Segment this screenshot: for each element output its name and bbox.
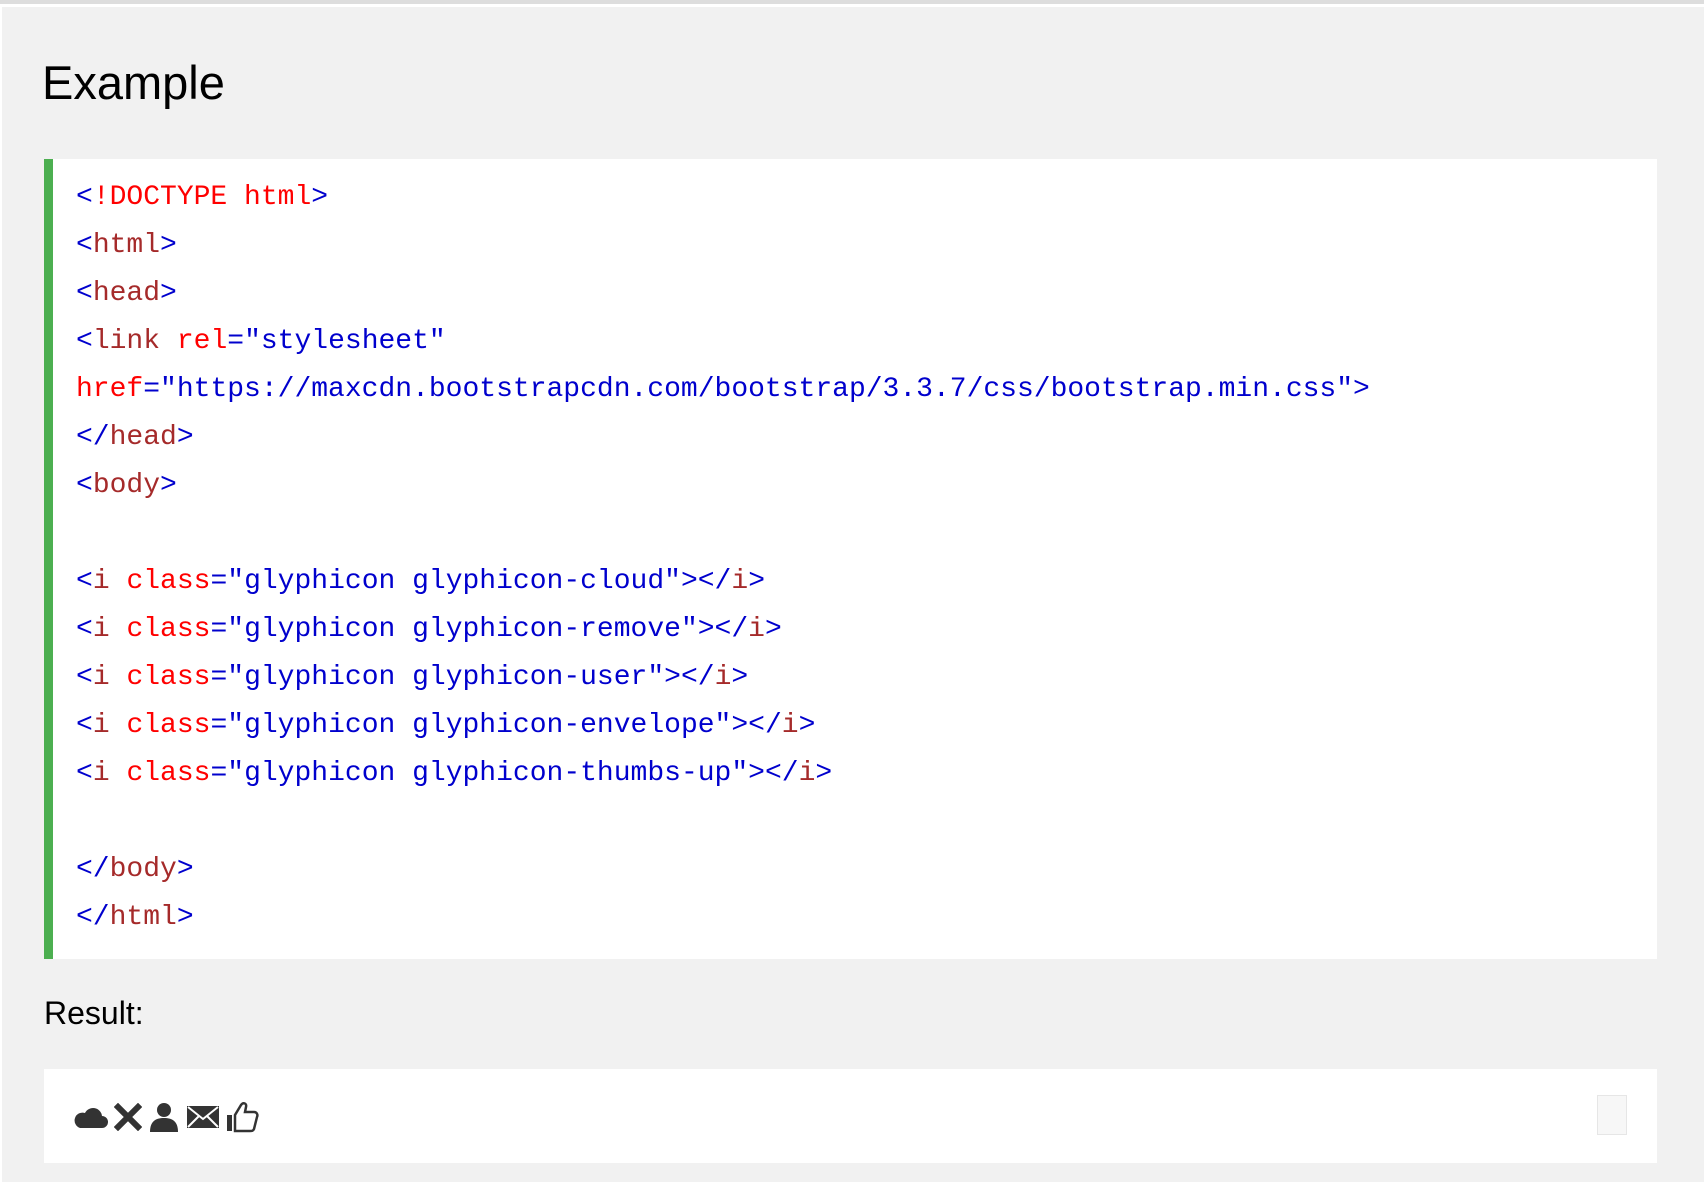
code-token: link xyxy=(92,326,161,357)
code-token: i xyxy=(781,710,799,741)
code-line: <i class="glyphicon glyphicon-envelope">… xyxy=(76,707,1657,755)
code-token: class xyxy=(126,566,211,597)
remove-icon xyxy=(114,1103,142,1131)
code-token: > xyxy=(815,758,833,789)
code-token: < xyxy=(76,182,93,213)
code-line: <body> xyxy=(76,467,1657,515)
code-line: <!DOCTYPE html> xyxy=(76,179,1657,227)
example-heading: Example xyxy=(42,56,225,109)
code-token: body xyxy=(109,854,177,885)
code-token: "glyphicon glyphicon-envelope" xyxy=(227,710,732,741)
code-token: > xyxy=(160,278,177,309)
code-line: href="https://maxcdn.bootstrapcdn.com/bo… xyxy=(76,371,1657,419)
code-token: class xyxy=(126,758,211,789)
envelope-icon xyxy=(186,1104,220,1130)
code-token: html xyxy=(92,230,161,261)
code-token: > xyxy=(176,902,194,933)
code-line: <head> xyxy=(76,275,1657,323)
code-token: i xyxy=(731,566,749,597)
code-line: <i class="glyphicon glyphicon-thumbs-up"… xyxy=(76,755,1657,803)
code-token: > xyxy=(798,710,816,741)
code-token: head xyxy=(92,278,161,309)
scrollbar[interactable] xyxy=(1597,1095,1627,1135)
code-token: < xyxy=(76,326,93,357)
code-token: > xyxy=(748,566,765,597)
code-token: i xyxy=(92,758,110,789)
code-token: head xyxy=(109,422,177,453)
code-token: = xyxy=(210,662,228,693)
code-token: </ xyxy=(76,902,110,933)
code-token: > xyxy=(176,422,194,453)
code-line: </html> xyxy=(76,899,1657,947)
code-token: < xyxy=(76,470,93,501)
code-token: "glyphicon glyphicon-remove" xyxy=(227,614,698,645)
code-token: = xyxy=(210,758,228,789)
code-token: class xyxy=(126,614,211,645)
code-token: > xyxy=(1353,374,1370,405)
code-token: i xyxy=(92,614,110,645)
code-token: > xyxy=(160,470,177,501)
code-token: < xyxy=(76,278,93,309)
code-token: = xyxy=(227,326,245,357)
code-token: > xyxy=(160,230,177,261)
code-token: < xyxy=(76,230,93,261)
code-block: <!DOCTYPE html> <html> <head> <link rel=… xyxy=(44,159,1657,959)
code-token: ></ xyxy=(697,614,749,645)
result-frame xyxy=(44,1069,1657,1163)
code-token: > xyxy=(311,182,329,213)
code-token: html xyxy=(109,902,177,933)
code-token: < xyxy=(76,566,93,597)
code-token: < xyxy=(76,614,93,645)
code-line: </head> xyxy=(76,419,1657,467)
code-line: <i class="glyphicon glyphicon-cloud"></i… xyxy=(76,563,1657,611)
code-token: href xyxy=(76,374,144,405)
code-token: i xyxy=(748,614,765,645)
top-divider xyxy=(0,0,1704,4)
thumbs-up-icon xyxy=(226,1101,260,1133)
code-token: = xyxy=(210,710,228,741)
code-token: ></ xyxy=(748,758,799,789)
code-token: "glyphicon glyphicon-user" xyxy=(227,662,665,693)
result-label: Result: xyxy=(44,995,144,1031)
user-icon xyxy=(148,1101,180,1133)
code-token: i xyxy=(714,662,732,693)
code-token: class xyxy=(126,710,211,741)
code-token: > xyxy=(731,662,749,693)
code-line: <i class="glyphicon glyphicon-user"></i> xyxy=(76,659,1657,707)
code-token: i xyxy=(92,566,110,597)
code-token: </ xyxy=(76,422,110,453)
code-token: < xyxy=(76,710,93,741)
code-token: < xyxy=(76,662,93,693)
code-token: "stylesheet" xyxy=(244,326,446,357)
code-token: "glyphicon glyphicon-thumbs-up" xyxy=(227,758,749,789)
code-token: ></ xyxy=(731,710,782,741)
code-token: = xyxy=(210,614,228,645)
code-token: rel xyxy=(176,326,228,357)
code-token: > xyxy=(764,614,782,645)
code-token: "glyphicon glyphicon-cloud" xyxy=(227,566,681,597)
code-line: </body> xyxy=(76,851,1657,899)
code-token: !DOCTYPE html xyxy=(92,182,312,213)
code-token: </ xyxy=(76,854,110,885)
code-token: > xyxy=(176,854,194,885)
code-token: ></ xyxy=(664,662,715,693)
code-token: i xyxy=(92,710,110,741)
code-token: i xyxy=(92,662,110,693)
code-line: <html> xyxy=(76,227,1657,275)
code-token: i xyxy=(798,758,816,789)
code-line: <link rel="stylesheet" xyxy=(76,323,1657,371)
code-token: = xyxy=(210,566,228,597)
code-token: class xyxy=(126,662,211,693)
result-icons xyxy=(74,1097,260,1137)
example-panel: Example <!DOCTYPE html> <html> <head> <l… xyxy=(2,7,1704,1182)
code-line: <i class="glyphicon glyphicon-remove"></… xyxy=(76,611,1657,659)
cloud-icon xyxy=(74,1104,108,1130)
code-token: = xyxy=(143,374,161,405)
code-token: body xyxy=(92,470,161,501)
code-token: ></ xyxy=(680,566,732,597)
code-token: "https://maxcdn.bootstrapcdn.com/bootstr… xyxy=(160,374,1354,405)
code-token: < xyxy=(76,758,93,789)
